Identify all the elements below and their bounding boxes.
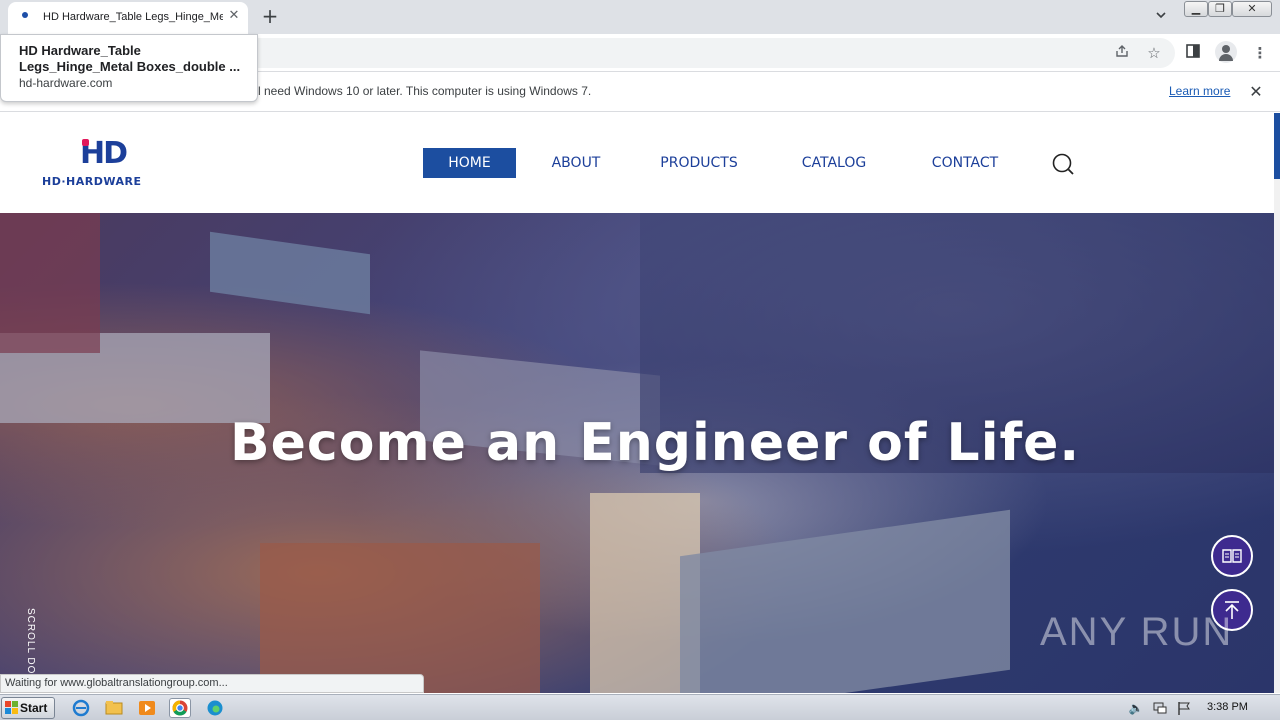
network-icon[interactable]	[1152, 700, 1168, 716]
tab-title: HD Hardware_Table Legs_Hinge_Metal Boxes…	[43, 11, 223, 23]
nav-about[interactable]: ABOUT	[540, 148, 612, 178]
site-header: HD HD·HARDWARE HOME ABOUT PRODUCTS CATAL…	[0, 113, 1274, 213]
side-panel-icon[interactable]	[1183, 43, 1203, 63]
book-icon	[1222, 549, 1242, 563]
anyrun-watermark: ANY RUN	[1040, 610, 1234, 654]
chrome-icon[interactable]	[169, 698, 191, 718]
bookmark-star-icon[interactable]: ☆	[1144, 43, 1164, 63]
status-bubble: Waiting for www.globaltranslationgroup.c…	[0, 674, 424, 693]
search-icon[interactable]	[1051, 152, 1075, 176]
explorer-folder-icon[interactable]	[103, 698, 125, 718]
tab-hover-card: HD Hardware_Table Legs_Hinge_Metal Boxes…	[0, 34, 258, 102]
catalog-book-button[interactable]	[1211, 535, 1253, 577]
volume-icon[interactable]: 🔈	[1128, 700, 1144, 716]
close-window-button[interactable]: ✕	[1232, 1, 1272, 17]
scrollbar-thumb[interactable]	[1274, 113, 1280, 179]
action-center-flag-icon[interactable]	[1176, 700, 1192, 716]
nav-home[interactable]: HOME	[423, 148, 516, 178]
logo-dot-icon	[82, 139, 89, 146]
nav-catalog[interactable]: CATALOG	[790, 148, 878, 178]
close-tab-icon[interactable]: ✕	[226, 8, 242, 24]
hover-card-url: hd-hardware.com	[19, 76, 113, 90]
machine-rail-shape	[210, 231, 370, 315]
browser-tab[interactable]: HD Hardware_Table Legs_Hinge_Metal Boxes…	[8, 2, 248, 34]
restore-button[interactable]: ❐	[1208, 1, 1232, 17]
share-icon[interactable]	[1112, 43, 1132, 63]
nav-contact[interactable]: CONTACT	[920, 148, 1010, 178]
hover-card-title: HD Hardware_Table Legs_Hinge_Metal Boxes…	[19, 43, 241, 74]
learn-more-link[interactable]: Learn more	[1169, 84, 1230, 98]
tab-search-chevron-icon[interactable]	[1151, 9, 1171, 25]
logo-text: HD·HARDWARE	[42, 175, 142, 188]
edge-icon[interactable]	[204, 698, 226, 718]
logo-mark: HD	[80, 139, 128, 169]
page-scrollbar[interactable]	[1274, 113, 1280, 693]
copper-part-shape	[260, 543, 540, 693]
infobar-message: l need Windows 10 or later. This compute…	[258, 84, 592, 98]
minimize-button[interactable]: ▁	[1184, 1, 1208, 17]
taskbar-clock[interactable]: 3:38 PM	[1207, 701, 1248, 713]
media-player-icon[interactable]	[136, 698, 158, 718]
windows-logo-icon	[5, 701, 18, 714]
site-logo[interactable]: HD HD·HARDWARE	[42, 139, 166, 189]
ie-icon[interactable]	[70, 698, 92, 718]
profile-avatar-icon[interactable]	[1215, 41, 1237, 63]
tab-strip: HD Hardware_Table Legs_Hinge_Metal Boxes…	[0, 0, 1280, 34]
red-panel-shape	[0, 213, 100, 353]
start-button[interactable]: Start	[1, 697, 55, 719]
start-label: Start	[20, 701, 48, 715]
menu-dots-icon[interactable]: ⋮	[1250, 43, 1270, 63]
windows-taskbar: Start 🔈 3:38 PM	[0, 694, 1280, 720]
nav-products[interactable]: PRODUCTS	[650, 148, 748, 178]
favicon-icon	[22, 12, 28, 18]
new-tab-button[interactable]: +	[260, 6, 280, 26]
close-infobar-icon[interactable]: ✕	[1246, 82, 1266, 102]
steel-bracket-shape	[680, 509, 1010, 693]
hero-title: Become an Engineer of Life.	[230, 413, 1081, 473]
